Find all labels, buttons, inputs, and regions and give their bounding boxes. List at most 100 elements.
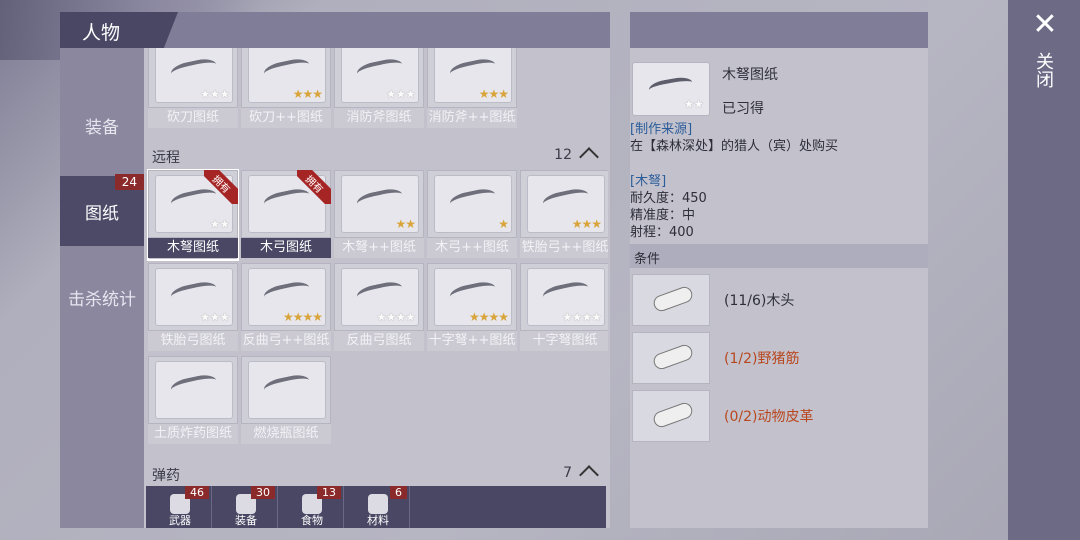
material-shape [651, 342, 695, 372]
blueprint-label: 砍刀++图纸 [241, 108, 331, 128]
blueprint-image: ★★ [334, 170, 424, 238]
blueprint-label: 砍刀图纸 [148, 108, 238, 128]
blueprint-image: ★★★ [148, 263, 238, 331]
rarity-stars: ★★ [395, 217, 416, 231]
close-icon[interactable]: ✕ [1030, 10, 1060, 40]
blueprint-card[interactable]: ★ 木弓++图纸 [427, 170, 517, 260]
collapse-chevron-icon[interactable] [579, 465, 599, 485]
rarity-stars: ★★★★ [282, 310, 323, 324]
category-label: 武器 [169, 514, 191, 527]
ranged-section-header[interactable]: 远程 12 [146, 144, 606, 168]
material-shape [651, 400, 695, 430]
source-text: 在【森林深处】的猎人（宾）处购买 [630, 139, 839, 154]
blueprint-label: 反曲弓++图纸 [241, 331, 331, 351]
character-title-tab[interactable]: 人物 [60, 12, 178, 48]
close-strip[interactable]: ✕ 关闭 [1008, 0, 1080, 540]
material-icon [632, 390, 710, 442]
blueprint-card[interactable]: 木弓图纸 拥有 [241, 170, 331, 260]
blueprint-card[interactable]: ★★★ 砍刀++图纸 [241, 48, 331, 130]
owned-ribbon: 拥有 [204, 170, 238, 204]
blueprint-image: ★★★★ [241, 263, 331, 331]
blueprint-panel: 人物 装备 图纸 24 击杀统计 ★★★ 砍刀图纸 ★★★ 砍刀++图纸 ★★★ 消防斧图纸… [60, 12, 610, 528]
learned-status: 已习得 [722, 101, 764, 117]
blueprint-image: ★★★★ [520, 263, 608, 331]
rarity-stars: ★★★ [199, 310, 230, 324]
blueprint-card[interactable]: ★★★★ 反曲弓图纸 [334, 263, 424, 353]
blueprint-image: ★★★ [241, 48, 331, 108]
category-tab[interactable]: 材料 6 [346, 486, 410, 528]
blueprint-list[interactable]: ★★★ 砍刀图纸 ★★★ 砍刀++图纸 ★★★ 消防斧图纸 ★★★ 消防斧++图纸 远程 12… [146, 48, 608, 528]
blueprint-card[interactable]: ★★★ 铁胎弓图纸 [148, 263, 238, 353]
blueprint-card[interactable]: ★★★ 砍刀图纸 [148, 48, 238, 130]
nav-item-kill-stats[interactable]: 击杀统计 [60, 262, 144, 332]
blueprint-card[interactable]: ★★★ 消防斧++图纸 [427, 48, 517, 130]
material-shape [651, 284, 695, 314]
blueprint-card[interactable]: ★★★★ 反曲弓++图纸 [241, 263, 331, 353]
category-badge: 6 [390, 486, 407, 499]
rarity-stars: ★ [498, 217, 509, 231]
blueprint-card[interactable]: ★★★★ 十字弩图纸 [520, 263, 608, 353]
category-tabs: 武器 46 装备 30 食物 13 材料 6 [146, 486, 606, 528]
nav-item-equipment[interactable]: 装备 [60, 90, 144, 160]
detail-header-bar [630, 12, 928, 48]
blueprint-image [241, 356, 331, 424]
blueprint-label: 反曲弓图纸 [334, 331, 424, 351]
nav-item-blueprints[interactable]: 图纸 24 [60, 174, 144, 246]
blueprint-card[interactable]: ★★★ 消防斧图纸 [334, 48, 424, 130]
category-icon [368, 494, 388, 514]
blueprint-label: 木弓图纸 [241, 238, 331, 258]
rarity-stars: ★★★★ [561, 310, 602, 324]
blueprint-card[interactable]: ★★ 木弩图纸 拥有 [147, 169, 239, 261]
close-label[interactable]: 关闭 [1032, 52, 1056, 88]
nav-label: 击杀统计 [68, 289, 136, 310]
rarity-stars: ★★★ [478, 87, 509, 101]
blueprint-label: 消防斧图纸 [334, 108, 424, 128]
rarity-stars: ★★★ [292, 87, 323, 101]
nav-label: 图纸 [85, 203, 119, 224]
conditions-header: 条件 [630, 244, 928, 268]
category-tab[interactable]: 武器 46 [148, 486, 212, 528]
blueprint-label: 木弩图纸 [148, 238, 238, 258]
blueprint-card[interactable]: ★★ 木弩++图纸 [334, 170, 424, 260]
blueprint-label: 消防斧++图纸 [427, 108, 517, 128]
blueprint-image: ★★★ [520, 170, 608, 238]
section-label: 弹药 [152, 468, 180, 484]
category-tab[interactable]: 装备 30 [214, 486, 278, 528]
nav-label: 装备 [85, 117, 119, 138]
material-icon [632, 274, 710, 326]
blueprint-label: 木弓++图纸 [427, 238, 517, 258]
blueprint-image: ★★★ [334, 48, 424, 108]
condition-text: (0/2)动物皮革 [724, 409, 814, 425]
category-label: 材料 [367, 514, 389, 527]
nav-badge: 24 [114, 174, 144, 190]
blueprint-card[interactable]: 燃烧瓶图纸 [241, 356, 331, 446]
rarity-stars: ★★★ [385, 87, 416, 101]
ammo-section-header[interactable]: 弹药 7 [146, 462, 606, 486]
rarity-stars: ★★ [683, 97, 704, 111]
rarity-stars: ★★★ [571, 217, 602, 231]
material-icon [632, 332, 710, 384]
rarity-stars: ★★★★ [468, 310, 509, 324]
blueprint-card[interactable]: ★★★ 铁胎弓++图纸 [520, 170, 608, 260]
category-tab[interactable]: 食物 13 [280, 486, 344, 528]
stat-range: 射程：400 [630, 225, 694, 240]
category-badge: 13 [317, 486, 341, 499]
category-label: 装备 [235, 514, 257, 527]
blueprint-label: 十字弩图纸 [520, 331, 608, 351]
blueprint-card[interactable]: 土质炸药图纸 [148, 356, 238, 446]
rarity-stars: ★★★ [199, 87, 230, 101]
blueprint-label: 铁胎弓++图纸 [520, 238, 608, 258]
collapse-chevron-icon[interactable] [579, 147, 599, 167]
rarity-stars: ★★★★ [375, 310, 416, 324]
category-badge: 30 [251, 486, 275, 499]
blueprint-label: 土质炸药图纸 [148, 424, 238, 444]
category-label: 食物 [301, 514, 323, 527]
detail-blueprint-image: ★★ [632, 62, 710, 116]
owned-ribbon: 拥有 [297, 170, 331, 204]
blueprint-label: 燃烧瓶图纸 [241, 424, 331, 444]
blueprint-label: 十字弩++图纸 [427, 331, 517, 351]
category-badge: 46 [185, 486, 209, 499]
condition-row: (1/2)野猪筋 [632, 332, 928, 384]
side-nav: 装备 图纸 24 击杀统计 [60, 48, 144, 528]
blueprint-card[interactable]: ★★★★ 十字弩++图纸 [427, 263, 517, 353]
